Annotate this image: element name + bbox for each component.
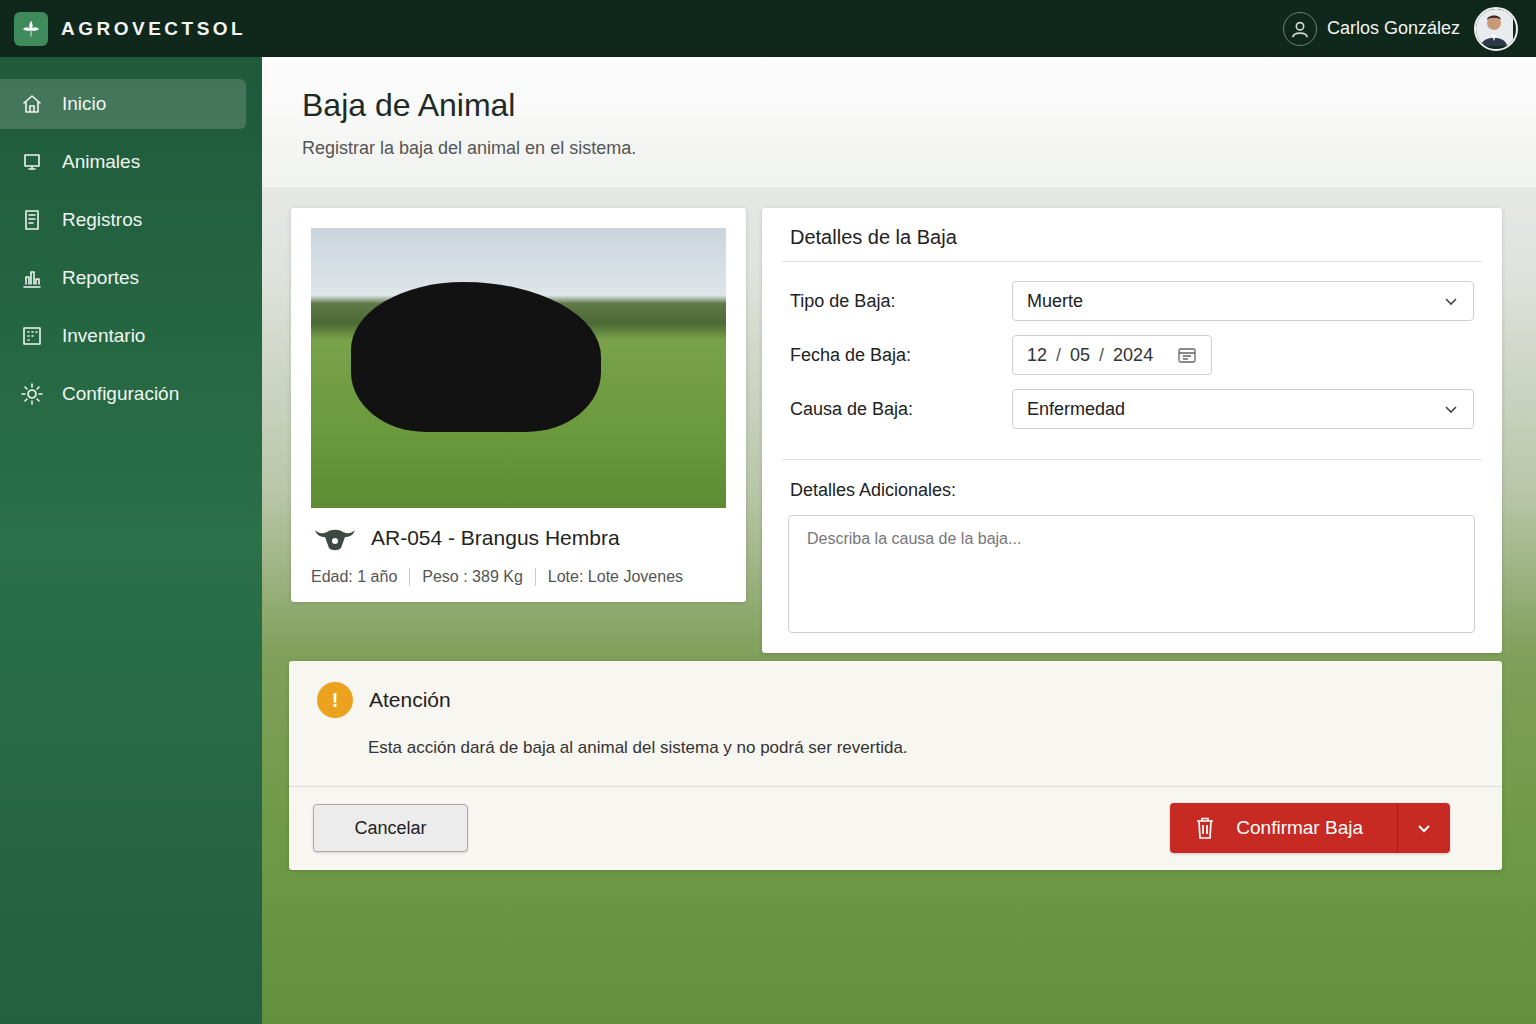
content: AR-054 - Brangus Hembra Edad: 1 año Peso :… (262, 188, 1536, 870)
sidebar-item[interactable]: Configuración (0, 369, 246, 419)
animal-photo (311, 228, 726, 508)
details-title: Detalles de la Baja (782, 226, 1482, 262)
notes-section: Detalles Adicionales: (782, 460, 1482, 633)
animal-facts: Edad: 1 año Peso : 389 Kg Lote: Lote Joven… (311, 568, 726, 586)
date-separator: / (1056, 345, 1061, 366)
date-separator: / (1099, 345, 1104, 366)
sidebar-label: Animales (62, 151, 140, 173)
sidebar: Inicio Animales Registros Reportes Inventari… (0, 57, 262, 1024)
animal-fact: Peso : 389 Kg (409, 568, 523, 586)
sidebar-item[interactable]: Registros (0, 195, 246, 245)
sidebar-label: Configuración (62, 383, 179, 405)
date-value: 12 / 05 / 2024 (1027, 345, 1153, 366)
trash-icon (1194, 816, 1216, 840)
bar-chart-icon (20, 266, 44, 290)
form-row: Causa de Baja: Enfermedad (790, 389, 1474, 429)
person-icon (1289, 18, 1311, 40)
sidebar-label: Inventario (62, 325, 145, 347)
date-part: 2024 (1113, 345, 1153, 366)
warning-icon: ! (317, 682, 353, 718)
chevron-down-icon (1443, 293, 1459, 309)
gear-icon (20, 382, 44, 406)
document-icon (20, 208, 44, 232)
portrait-icon (1475, 8, 1513, 46)
avatar-icon (1474, 7, 1518, 51)
confirm-split-button: Confirmar Baja (1170, 803, 1450, 853)
animal-fact: Edad: 1 año (311, 568, 397, 586)
tablet-icon (20, 150, 44, 174)
user-menu[interactable]: Carlos González (1283, 7, 1518, 51)
details-card: Detalles de la Baja Tipo de Baja: Muerte Fe… (762, 208, 1502, 653)
form-row: Fecha de Baja: 12 / 05 / 2024 (790, 335, 1474, 375)
notes-textarea[interactable] (788, 515, 1475, 633)
field-label: Causa de Baja: (790, 399, 1012, 420)
brand-name: AGROVECTSOL (61, 18, 246, 40)
cow-silhouette (351, 282, 601, 432)
sidebar-label: Reportes (62, 267, 139, 289)
page-title: Baja de Animal (302, 87, 1496, 124)
cattle-icon (313, 524, 357, 552)
sidebar-item[interactable]: Animales (0, 137, 246, 187)
calendar-icon (1177, 346, 1197, 364)
warning-panel: ! Atención Esta acción dará de baja al ani… (289, 661, 1502, 870)
confirm-menu-button[interactable] (1398, 803, 1450, 853)
sidebar-item[interactable]: Inicio (0, 79, 246, 129)
main-area: Baja de Animal Registrar la baja del anim… (262, 57, 1536, 1024)
warning-message: Esta acción dará de baja al animal del s… (368, 738, 1474, 758)
sidebar-item[interactable]: Reportes (0, 253, 246, 303)
user-name: Carlos González (1327, 18, 1460, 39)
warning-body: ! Atención Esta acción dará de baja al ani… (289, 661, 1502, 787)
animal-card: AR-054 - Brangus Hembra Edad: 1 año Peso :… (291, 208, 746, 602)
leaf-icon (21, 19, 41, 39)
confirm-button[interactable]: Confirmar Baja (1170, 803, 1398, 853)
field-label: Fecha de Baja: (790, 345, 1012, 366)
animal-title-row: AR-054 - Brangus Hembra (311, 524, 726, 552)
warning-head: ! Atención (317, 682, 1474, 718)
details-fields: Tipo de Baja: Muerte Fecha de Baja: 12 / 05 / 2… (782, 262, 1482, 460)
cards-row: AR-054 - Brangus Hembra Edad: 1 año Peso :… (289, 208, 1502, 653)
sidebar-item[interactable]: Inventario (0, 311, 246, 361)
form-row: Tipo de Baja: Muerte (790, 281, 1474, 321)
select-value: Muerte (1027, 291, 1083, 312)
animal-fact: Lote: Lote Jovenes (535, 568, 683, 586)
brand[interactable]: AGROVECTSOL (14, 12, 246, 46)
sidebar-label: Inicio (62, 93, 106, 115)
notes-label: Detalles Adicionales: (788, 480, 1475, 501)
app-root: AGROVECTSOL Carlos González Inicio Animales… (0, 0, 1536, 1024)
cancel-button[interactable]: Cancelar (313, 804, 468, 852)
select-field[interactable]: Enfermedad (1012, 389, 1474, 429)
page-header: Baja de Animal Registrar la baja del anim… (262, 57, 1536, 188)
date-part: 12 (1027, 345, 1047, 366)
inventory-icon (20, 324, 44, 348)
chevron-down-icon (1416, 820, 1432, 836)
action-bar: Cancelar Confirmar Baja (289, 787, 1502, 870)
sidebar-label: Registros (62, 209, 142, 231)
warning-title: Atención (369, 688, 451, 712)
home-icon (20, 92, 44, 116)
top-bar: AGROVECTSOL Carlos González (0, 0, 1536, 57)
animal-title: AR-054 - Brangus Hembra (371, 526, 620, 550)
select-value: Enfermedad (1027, 399, 1125, 420)
page-subtitle: Registrar la baja del animal en el siste… (302, 138, 1496, 159)
confirm-label: Confirmar Baja (1236, 817, 1363, 839)
date-field[interactable]: 12 / 05 / 2024 (1012, 335, 1212, 375)
logo-icon (14, 12, 48, 46)
date-part: 05 (1070, 345, 1090, 366)
user-icon (1283, 12, 1317, 46)
field-label: Tipo de Baja: (790, 291, 1012, 312)
chevron-down-icon (1443, 401, 1459, 417)
select-field[interactable]: Muerte (1012, 281, 1474, 321)
